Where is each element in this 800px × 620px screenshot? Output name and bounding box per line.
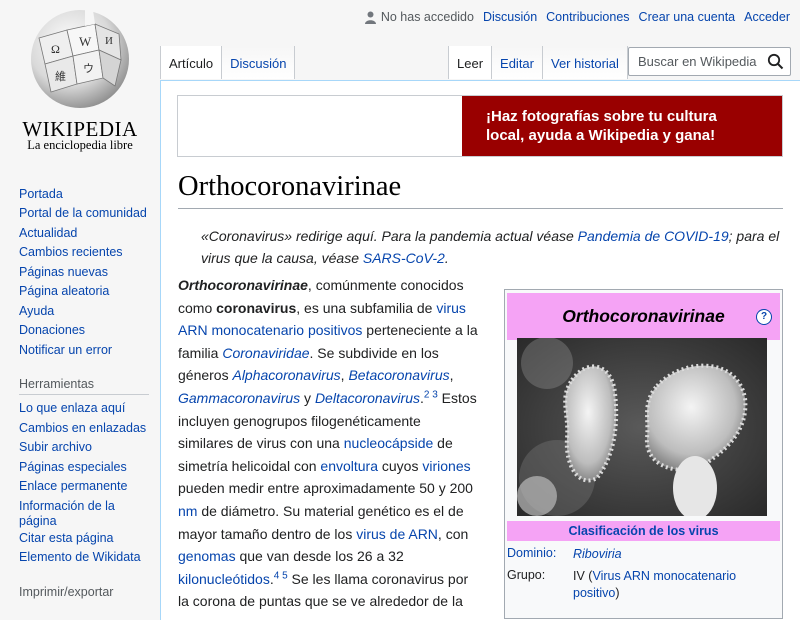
print-heading: Imprimir/exportar <box>19 585 114 599</box>
svg-text:И: И <box>105 35 113 47</box>
text: y <box>300 389 315 406</box>
title-divider <box>178 208 783 209</box>
link-virions[interactable]: viriones <box>422 458 470 474</box>
row-key[interactable]: Dominio: <box>507 546 556 560</box>
row-value: Riboviria <box>573 546 773 563</box>
content-area: ¡Haz fotografías sobre tu cultura local,… <box>160 80 800 620</box>
sidebar-item-donaciones[interactable]: Donaciones <box>19 323 149 338</box>
login-link[interactable]: Acceder <box>744 10 790 24</box>
sidebar-item-subir[interactable]: Subir archivo <box>19 440 149 455</box>
text: pueden medir entre aproximadamente 50 y … <box>178 480 473 497</box>
text: , con <box>437 525 469 542</box>
link-riboviria[interactable]: Riboviria <box>573 547 622 561</box>
sidebar-item-cambios-enlazadas[interactable]: Cambios en enlazadas <box>19 421 149 436</box>
link-deltacoronavirus[interactable]: Deltacoronavirus <box>315 390 420 406</box>
sidebar-item-especiales[interactable]: Páginas especiales <box>19 460 149 475</box>
sidebar-item-enlaza[interactable]: Lo que enlaza aquí <box>19 401 149 416</box>
not-logged-in: No has accedido <box>364 10 474 24</box>
namespace-tabs: Artículo Discusión <box>160 46 296 80</box>
link-ssrna-positive[interactable]: Virus ARN monocatenario positivo <box>573 569 736 600</box>
tab-discussion[interactable]: Discusión <box>222 46 296 79</box>
svg-text:ウ: ウ <box>83 62 94 75</box>
sidebar-item-permanente[interactable]: Enlace permanente <box>19 479 149 494</box>
banner-cta[interactable]: ¡Haz fotografías sobre tu cultura local,… <box>462 96 782 156</box>
sidebar-item-portal[interactable]: Portal de la comunidad <box>19 206 149 221</box>
tools-divider <box>19 394 149 395</box>
tab-article[interactable]: Artículo <box>160 46 223 79</box>
page-title: Orthocoronavirinae <box>178 171 402 202</box>
lead-paragraph: Orthocoronavirinae, comúnmente conocidos… <box>178 274 478 613</box>
sidebar-item-actualidad[interactable]: Actualidad <box>19 226 149 241</box>
hatnote: «Coronavirus» redirige aquí. Para la pan… <box>201 225 786 269</box>
link-betacoronavirus[interactable]: Betacoronavirus <box>348 367 449 383</box>
link-genomes[interactable]: genomas <box>178 548 236 564</box>
svg-text:維: 維 <box>55 70 66 83</box>
tools-heading: Herramientas <box>19 377 95 391</box>
text: , <box>449 367 454 384</box>
tab-history[interactable]: Ver historial <box>543 46 628 79</box>
hatnote-link-sars[interactable]: SARS-CoV-2 <box>363 250 445 266</box>
sidebar-item-nuevas[interactable]: Páginas nuevas <box>19 265 149 280</box>
tagline: La enciclopedia libre <box>27 138 133 152</box>
link-kilonucleotides[interactable]: kilonucleótidos <box>178 571 270 587</box>
value-suffix: ) <box>615 586 620 600</box>
hatnote-text: . <box>444 250 449 266</box>
sidebar-item-wikidata[interactable]: Elemento de Wikidata <box>19 550 149 565</box>
link-alphacoronavirus[interactable]: Alphacoronavirus <box>232 367 340 383</box>
link-envelope[interactable]: envoltura <box>320 458 378 474</box>
link-rna-virus[interactable]: virus de ARN <box>356 526 438 542</box>
create-account-link[interactable]: Crear una cuenta <box>639 10 736 24</box>
tab-read[interactable]: Leer <box>448 46 493 79</box>
help-icon[interactable]: ? <box>756 309 772 325</box>
row-key: Grupo: <box>507 568 546 582</box>
hatnote-link-pandemic[interactable]: Pandemia de COVID-19 <box>578 228 729 244</box>
text: , es una subfamilia de <box>296 299 437 316</box>
text: que van desde los 26 a 32 <box>235 548 404 565</box>
bold-term: coronavirus <box>216 299 297 316</box>
banner-line-1: ¡Haz fotografías sobre tu cultura <box>486 108 717 125</box>
link-gammacoronavirus[interactable]: Gammacoronavirus <box>178 390 300 406</box>
sidebar-item-notificar[interactable]: Notificar un error <box>19 343 149 358</box>
classification-header[interactable]: Clasificación de los virus <box>507 521 780 541</box>
ref-link[interactable]: 4 <box>274 570 280 581</box>
talk-link[interactable]: Discusión <box>483 10 537 24</box>
sidebar-item-info[interactable]: Información de la página <box>19 499 149 529</box>
puzzle-globe-icon: Ω W И ウ 維 <box>31 10 129 108</box>
hatnote-text: «Coronavirus» redirige aquí. Para la pan… <box>201 228 578 244</box>
bold-term: Orthocoronavirinae <box>178 277 308 293</box>
link-nm[interactable]: nm <box>178 503 197 519</box>
sidebar-item-cambios[interactable]: Cambios recientes <box>19 245 149 260</box>
sidebar-item-ayuda[interactable]: Ayuda <box>19 304 149 319</box>
text: cuyos <box>378 457 423 474</box>
search-input[interactable] <box>629 48 768 75</box>
value-prefix: IV ( <box>573 569 593 583</box>
sidebar-item-portada[interactable]: Portada <box>19 187 149 202</box>
wikipedia-logo[interactable]: Ω W И ウ 維 WIKIPEDIA La enciclopedia libr… <box>0 0 160 160</box>
search-icon[interactable] <box>767 53 784 70</box>
ref-link[interactable]: 2 <box>424 389 430 400</box>
link-coronaviridae[interactable]: Coronaviridae <box>222 345 309 361</box>
infobox-title: Orthocoronavirinae ? <box>507 293 780 340</box>
contributions-link[interactable]: Contribuciones <box>546 10 629 24</box>
view-tabs: Leer Editar Ver historial <box>448 46 628 80</box>
infobox-title-text: Orthocoronavirinae <box>562 306 725 326</box>
user-icon <box>364 11 376 24</box>
electron-micrograph-image[interactable] <box>517 338 767 516</box>
link-nucleocapsid[interactable]: nucleocápside <box>344 435 434 451</box>
not-logged-label: No has accedido <box>380 10 474 24</box>
svg-text:Ω: Ω <box>51 42 60 56</box>
svg-text:W: W <box>79 34 92 49</box>
row-value: IV (Virus ARN monocatenario positivo) <box>573 568 773 602</box>
sidebar-item-aleatoria[interactable]: Página aleatoria <box>19 284 149 299</box>
central-notice-banner[interactable]: ¡Haz fotografías sobre tu cultura local,… <box>177 95 783 157</box>
personal-tools: No has accedido Discusión Contribuciones… <box>364 10 790 24</box>
sidebar-item-citar[interactable]: Citar esta página <box>19 531 149 546</box>
tab-edit[interactable]: Editar <box>492 46 543 79</box>
search-box <box>628 47 791 76</box>
banner-line-2: local, ayuda a Wikipedia y gana! <box>486 127 716 144</box>
taxobox: Orthocoronavirinae ? Clasificación de lo… <box>504 289 783 619</box>
